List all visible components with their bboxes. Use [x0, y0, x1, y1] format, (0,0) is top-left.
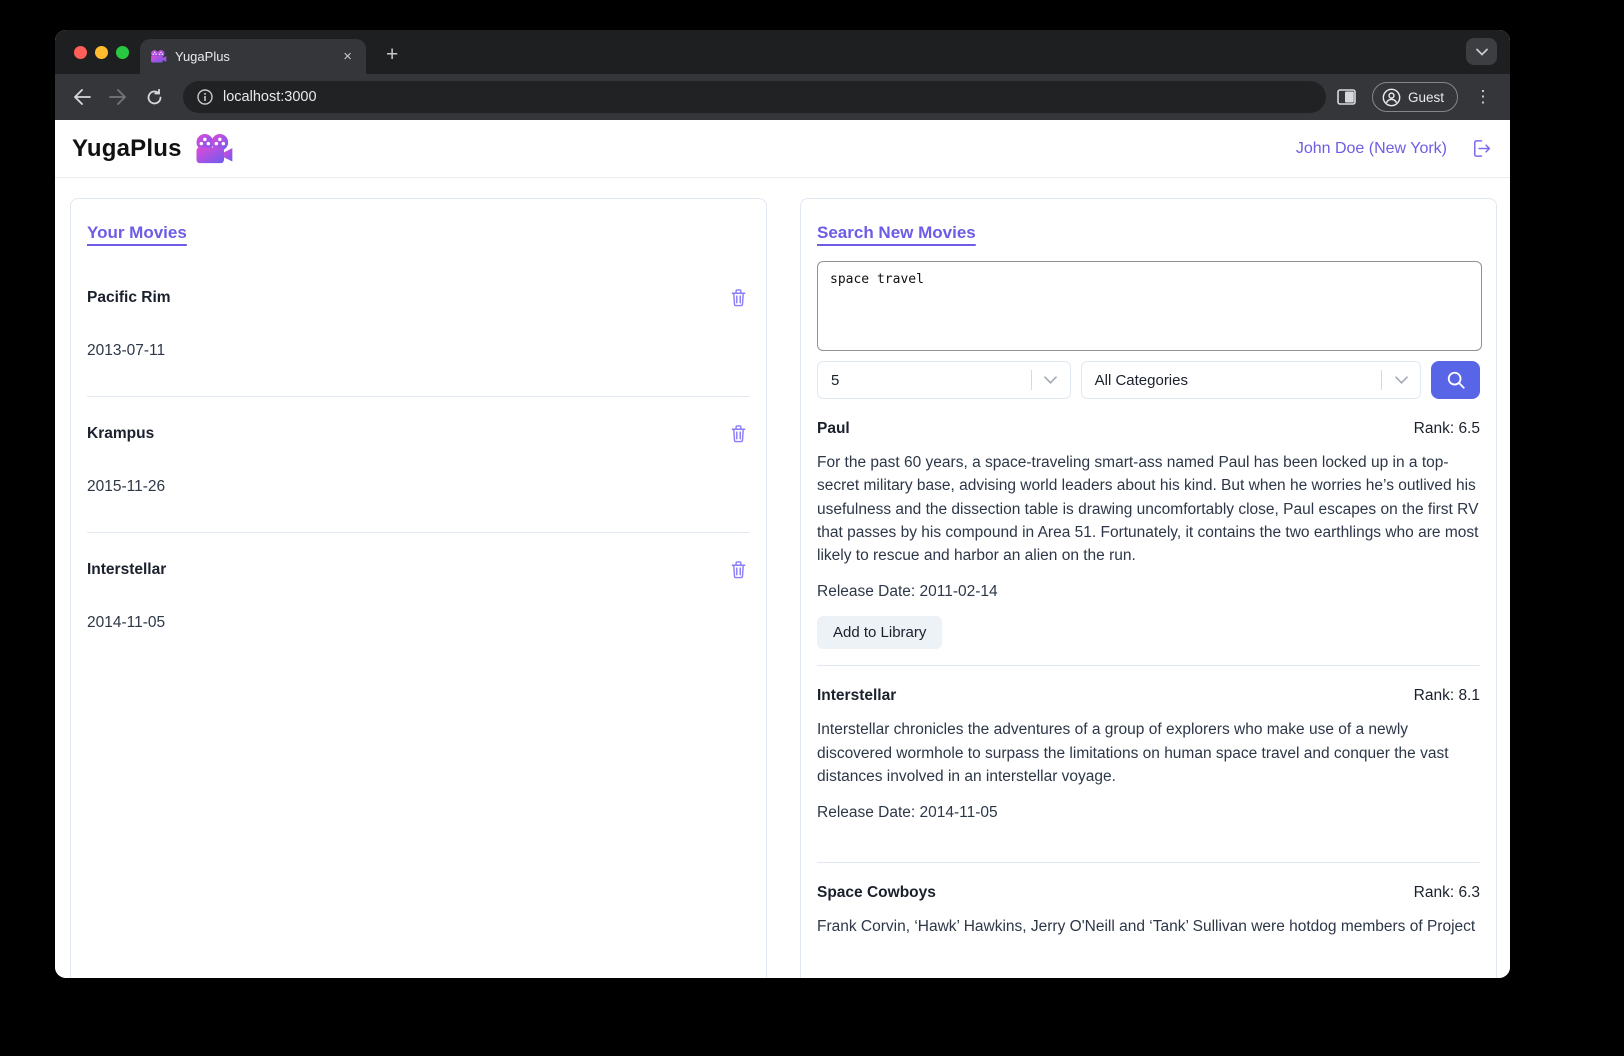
user-name[interactable]: John Doe (New York)	[1296, 140, 1447, 158]
window-traffic-lights	[74, 30, 129, 74]
reload-button[interactable]	[139, 82, 169, 112]
browser-menu-icon[interactable]: ⋮	[1468, 82, 1498, 112]
back-button[interactable]	[67, 82, 97, 112]
search-query-textarea[interactable]: space travel	[817, 261, 1482, 351]
browser-window: YugaPlus × + localhost:3000 Guest ⋮ Yuga…	[55, 30, 1510, 978]
search-icon	[1447, 371, 1465, 389]
profile-button[interactable]: Guest	[1371, 82, 1458, 112]
result-description: Frank Corvin, ‘Hawk’ Hawkins, Jerry O'Ne…	[817, 918, 1476, 936]
search-result: Interstellar Rank: 8.1 Interstellar chro…	[817, 666, 1480, 864]
tab-list-chevron-button[interactable]	[1466, 38, 1497, 65]
result-title: Paul	[817, 420, 850, 437]
result-description: For the past 60 years, a space-traveling…	[817, 454, 1479, 565]
result-rank: Rank: 8.1	[1413, 687, 1480, 705]
result-release-date: Release Date: 2011-02-14	[817, 583, 998, 601]
result-description: Interstellar chronicles the adventures o…	[817, 721, 1449, 786]
page-content: YugaPlus John Doe (New York) Your Movies…	[55, 120, 1510, 978]
result-limit-select[interactable]: 5	[817, 361, 1071, 399]
result-release-date: Release Date: 2014-11-05	[817, 804, 998, 822]
search-result: Paul Rank: 6.5 For the past 60 years, a …	[817, 399, 1480, 667]
logout-icon[interactable]	[1469, 137, 1492, 160]
your-movies-panel: Your Movies Pacific Rim 2013-07-11 Kramp…	[70, 198, 767, 978]
result-title: Interstellar	[817, 687, 897, 705]
side-panel-icon[interactable]	[1332, 82, 1362, 112]
app-title: YugaPlus	[72, 134, 182, 162]
search-results: Paul Rank: 6.5 For the past 60 years, a …	[817, 399, 1480, 939]
category-value: All Categories	[1094, 371, 1188, 389]
tab-title: YugaPlus	[175, 49, 230, 64]
result-limit-value: 5	[831, 371, 840, 389]
search-button[interactable]	[1431, 361, 1480, 399]
chevron-down-icon	[1032, 376, 1070, 384]
chevron-down-icon	[1382, 376, 1420, 384]
browser-tab-strip: YugaPlus × +	[55, 30, 1510, 74]
add-to-library-button[interactable]: Add to Library	[817, 616, 943, 650]
movie-list: Pacific Rim 2013-07-11 Krampus 2015-11-2…	[87, 261, 750, 632]
forward-button[interactable]	[103, 82, 133, 112]
site-info-icon[interactable]	[197, 89, 213, 105]
movie-release-date: 2014-11-05	[87, 614, 166, 631]
library-movie-row: Krampus 2015-11-26	[87, 397, 750, 533]
delete-movie-button[interactable]	[727, 421, 750, 446]
library-movie-row: Interstellar 2014-11-05	[87, 533, 750, 632]
browser-tab-yugaplus[interactable]: YugaPlus ×	[140, 39, 366, 74]
delete-movie-button[interactable]	[727, 285, 750, 310]
search-result: Space Cowboys Rank: 6.3 Frank Corvin, ‘H…	[817, 863, 1480, 938]
url-text: localhost:3000	[223, 89, 317, 105]
app-brand: YugaPlus	[72, 133, 234, 165]
movie-release-date: 2015-11-26	[87, 478, 166, 495]
delete-movie-button[interactable]	[727, 557, 750, 582]
result-rank: Rank: 6.5	[1413, 420, 1480, 437]
library-movie-row: Pacific Rim 2013-07-11	[87, 261, 750, 397]
app-header: YugaPlus John Doe (New York)	[55, 120, 1510, 178]
address-bar[interactable]: localhost:3000	[183, 81, 1326, 113]
category-select[interactable]: All Categories	[1080, 361, 1422, 399]
browser-toolbar: localhost:3000 Guest ⋮	[55, 74, 1510, 120]
result-title: Space Cowboys	[817, 884, 936, 902]
yugaplus-favicon-icon	[150, 49, 167, 64]
movie-title: Pacific Rim	[87, 288, 171, 306]
movie-camera-icon	[194, 133, 234, 165]
result-rank: Rank: 6.3	[1413, 884, 1480, 902]
new-tab-button[interactable]: +	[380, 43, 404, 67]
minimize-window-button[interactable]	[95, 45, 108, 59]
movie-release-date: 2013-07-11	[87, 342, 166, 359]
your-movies-heading: Your Movies	[87, 223, 187, 242]
search-controls: 5 All Categories	[817, 361, 1480, 399]
movie-title: Interstellar	[87, 560, 167, 578]
main-content: Your Movies Pacific Rim 2013-07-11 Kramp…	[55, 178, 1510, 978]
tab-close-icon[interactable]: ×	[339, 47, 356, 66]
close-window-button[interactable]	[74, 45, 87, 59]
movie-title: Krampus	[87, 424, 155, 442]
zoom-window-button[interactable]	[116, 45, 129, 59]
search-panel: Search New Movies space travel 5 All Cat…	[800, 198, 1497, 978]
profile-label: Guest	[1407, 89, 1444, 105]
search-heading: Search New Movies	[817, 223, 976, 242]
